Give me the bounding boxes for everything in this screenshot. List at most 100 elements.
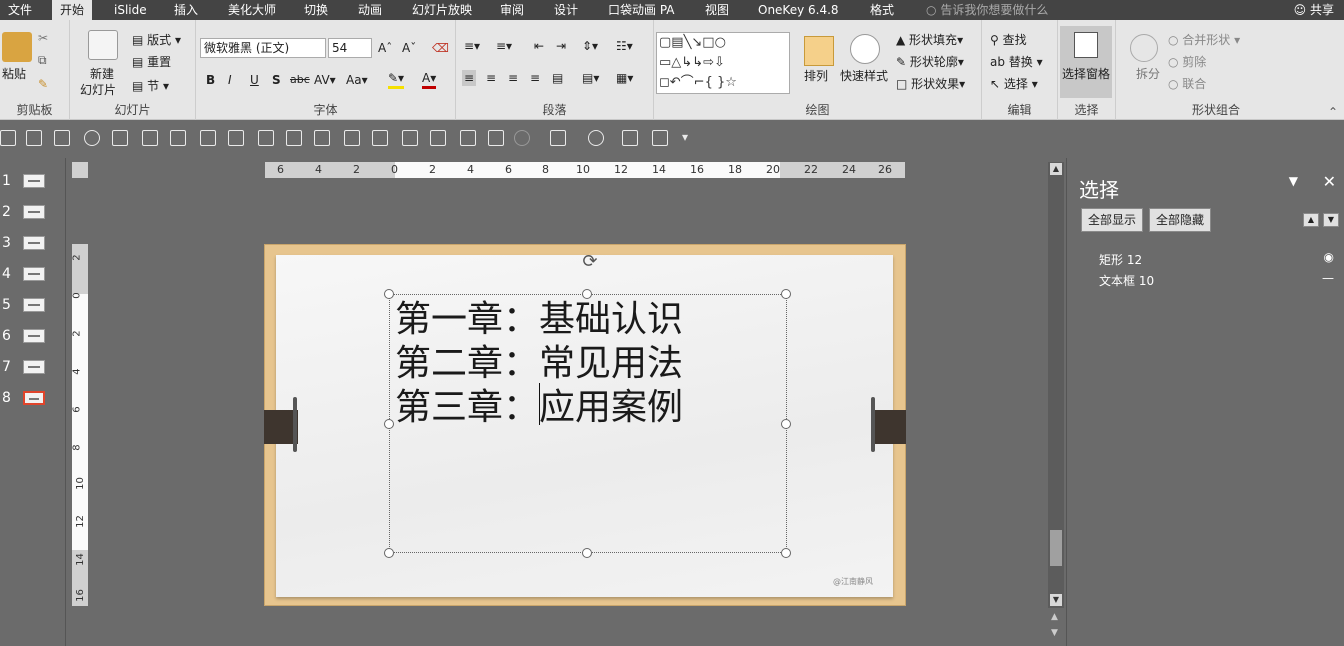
- change-case-icon[interactable]: Aa▾: [346, 72, 368, 88]
- distribute-icon-1[interactable]: [344, 130, 360, 146]
- tab-insert[interactable]: 插入: [166, 0, 206, 20]
- brush-icon[interactable]: [652, 130, 668, 146]
- align-icon-1[interactable]: [142, 130, 158, 146]
- strikethrough-button[interactable]: abc: [290, 72, 310, 88]
- tell-me-input[interactable]: ○ 告诉我你想要做什么: [926, 0, 1048, 20]
- tab-home[interactable]: 开始: [52, 0, 93, 20]
- resize-handle-bottom-left[interactable]: [384, 548, 394, 558]
- replace-button[interactable]: ab 替换 ▾: [990, 54, 1043, 70]
- quick-styles-button[interactable]: 快速样式: [840, 68, 888, 84]
- slide-thumbnail[interactable]: 3: [0, 233, 60, 253]
- copy-icon[interactable]: ⧉: [38, 52, 47, 68]
- bullets-icon[interactable]: ≡▾: [464, 38, 480, 54]
- font-size-select[interactable]: 54: [328, 38, 372, 58]
- align-icon-3[interactable]: [200, 130, 216, 146]
- scroll-down-arrow-icon[interactable]: ▼: [1050, 594, 1062, 606]
- increase-indent-icon[interactable]: ⇥: [556, 38, 566, 54]
- merge-shapes-icon[interactable]: [514, 130, 530, 146]
- tab-transitions[interactable]: 切换: [296, 0, 336, 20]
- visibility-eye-icon[interactable]: ◉: [1324, 250, 1334, 264]
- new-slide-label-1[interactable]: 新建: [90, 66, 114, 82]
- numbering-icon[interactable]: ≡▾: [496, 38, 512, 54]
- rotate-handle-icon[interactable]: ⟳: [580, 252, 600, 272]
- animation-icon[interactable]: [622, 130, 638, 146]
- font-color-icon[interactable]: A▾: [422, 70, 437, 89]
- hidden-dash-icon[interactable]: —: [1322, 271, 1334, 285]
- bold-button[interactable]: B: [206, 72, 215, 88]
- undo-icon[interactable]: [588, 130, 604, 146]
- shape-outline-button[interactable]: ✎ 形状轮廓▾: [896, 54, 964, 70]
- selection-pane-button[interactable]: 选择窗格: [1060, 26, 1112, 98]
- share-button[interactable]: ☺ 共享: [1294, 0, 1334, 20]
- underline-button[interactable]: U: [250, 72, 259, 88]
- tab-file[interactable]: 文件: [0, 0, 40, 20]
- next-slide-icon[interactable]: ▼: [1051, 628, 1058, 638]
- char-spacing-icon[interactable]: AV▾: [314, 72, 336, 88]
- layout-button[interactable]: ▤ 版式 ▾: [132, 32, 181, 48]
- paste-button[interactable]: 粘贴: [2, 66, 26, 82]
- slide-thumbnail-selected[interactable]: 8: [0, 388, 60, 408]
- tab-islide[interactable]: iSlide: [106, 0, 155, 20]
- distribute-icon-2[interactable]: [372, 130, 388, 146]
- clear-format-icon[interactable]: ⌫: [432, 40, 449, 56]
- slide-thumbnail[interactable]: 5: [0, 295, 60, 315]
- prev-slide-icon[interactable]: ▲: [1051, 612, 1058, 622]
- distributed-icon[interactable]: ▤: [552, 70, 563, 86]
- pane-object-item[interactable]: 文本框 10: [1099, 272, 1154, 289]
- align-center-icon[interactable]: ≡: [486, 70, 496, 86]
- resize-handle-right[interactable]: [781, 419, 791, 429]
- slide-thumbnail[interactable]: 1: [0, 171, 60, 191]
- refresh-icon[interactable]: [84, 130, 100, 146]
- customize-toolbar-icon[interactable]: ▾: [682, 130, 688, 144]
- save-icon[interactable]: [112, 130, 128, 146]
- tab-pocket-animation[interactable]: 口袋动画 PA: [600, 0, 683, 20]
- vertical-scrollbar[interactable]: [1048, 162, 1064, 608]
- arrange-button[interactable]: 排列: [804, 68, 828, 84]
- subtract-button[interactable]: ○ 剪除: [1168, 54, 1206, 70]
- scrollbar-thumb[interactable]: [1050, 530, 1062, 566]
- show-all-button[interactable]: 全部显示: [1081, 208, 1144, 232]
- eyedropper-3-icon[interactable]: [54, 130, 70, 146]
- align-icon-6[interactable]: [286, 130, 302, 146]
- tab-onekey[interactable]: OneKey 6.4.8: [750, 0, 847, 20]
- columns-icon[interactable]: ☷▾: [616, 38, 633, 54]
- ruler-corner-tab[interactable]: [72, 162, 88, 178]
- tab-slideshow[interactable]: 幻灯片放映: [404, 0, 480, 20]
- format-painter-icon[interactable]: ✎: [38, 76, 48, 92]
- close-pane-icon[interactable]: ✕: [1323, 172, 1336, 191]
- merge-shapes-button[interactable]: ○ 合并形状 ▾: [1168, 32, 1240, 48]
- slide-thumbnail[interactable]: 7: [0, 357, 60, 377]
- group-objects-icon[interactable]: [402, 130, 418, 146]
- tab-animations[interactable]: 动画: [350, 0, 390, 20]
- resize-handle-top[interactable]: [582, 289, 592, 299]
- ungroup-icon[interactable]: [430, 130, 446, 146]
- scroll-up-arrow-icon[interactable]: ▲: [1050, 163, 1062, 175]
- slide-thumbnail[interactable]: 4: [0, 264, 60, 284]
- resize-handle-bottom[interactable]: [582, 548, 592, 558]
- textbox-icon[interactable]: [488, 130, 504, 146]
- slide-thumbnail[interactable]: 6: [0, 326, 60, 346]
- split-button[interactable]: 拆分: [1136, 66, 1160, 82]
- tab-view[interactable]: 视图: [697, 0, 737, 20]
- justify-icon[interactable]: ≡: [530, 70, 540, 86]
- resize-handle-bottom-right[interactable]: [781, 548, 791, 558]
- shape-fill-button[interactable]: ▲ 形状填充▾: [896, 32, 963, 48]
- new-slide-label-2[interactable]: 幻灯片: [80, 82, 116, 98]
- shrink-font-icon[interactable]: Aˇ: [402, 40, 416, 56]
- bring-forward-arrow-icon[interactable]: ▲: [1303, 213, 1319, 227]
- cut-icon[interactable]: ✂: [38, 30, 48, 46]
- shape-effects-button[interactable]: □ 形状效果▾: [896, 76, 965, 92]
- shape-gallery[interactable]: ▢▤╲↘□○ ▭△↳↳⇨⇩ ◻↶⌒⌐{ }☆: [656, 32, 790, 94]
- text-direction-icon[interactable]: ▤▾: [582, 70, 599, 86]
- section-button[interactable]: ▤ 节 ▾: [132, 78, 169, 94]
- hide-all-button[interactable]: 全部隐藏: [1149, 208, 1212, 232]
- shadow-button[interactable]: S: [272, 72, 281, 88]
- highlight-icon[interactable]: ✎▾: [388, 70, 405, 89]
- tab-design[interactable]: 设计: [546, 0, 586, 20]
- align-icon-7[interactable]: [314, 130, 330, 146]
- picture-icon[interactable]: [550, 130, 566, 146]
- decrease-indent-icon[interactable]: ⇤: [534, 38, 544, 54]
- slide-thumbnail[interactable]: 2: [0, 202, 60, 222]
- bring-forward-icon[interactable]: [460, 130, 476, 146]
- italic-button[interactable]: I: [228, 72, 232, 88]
